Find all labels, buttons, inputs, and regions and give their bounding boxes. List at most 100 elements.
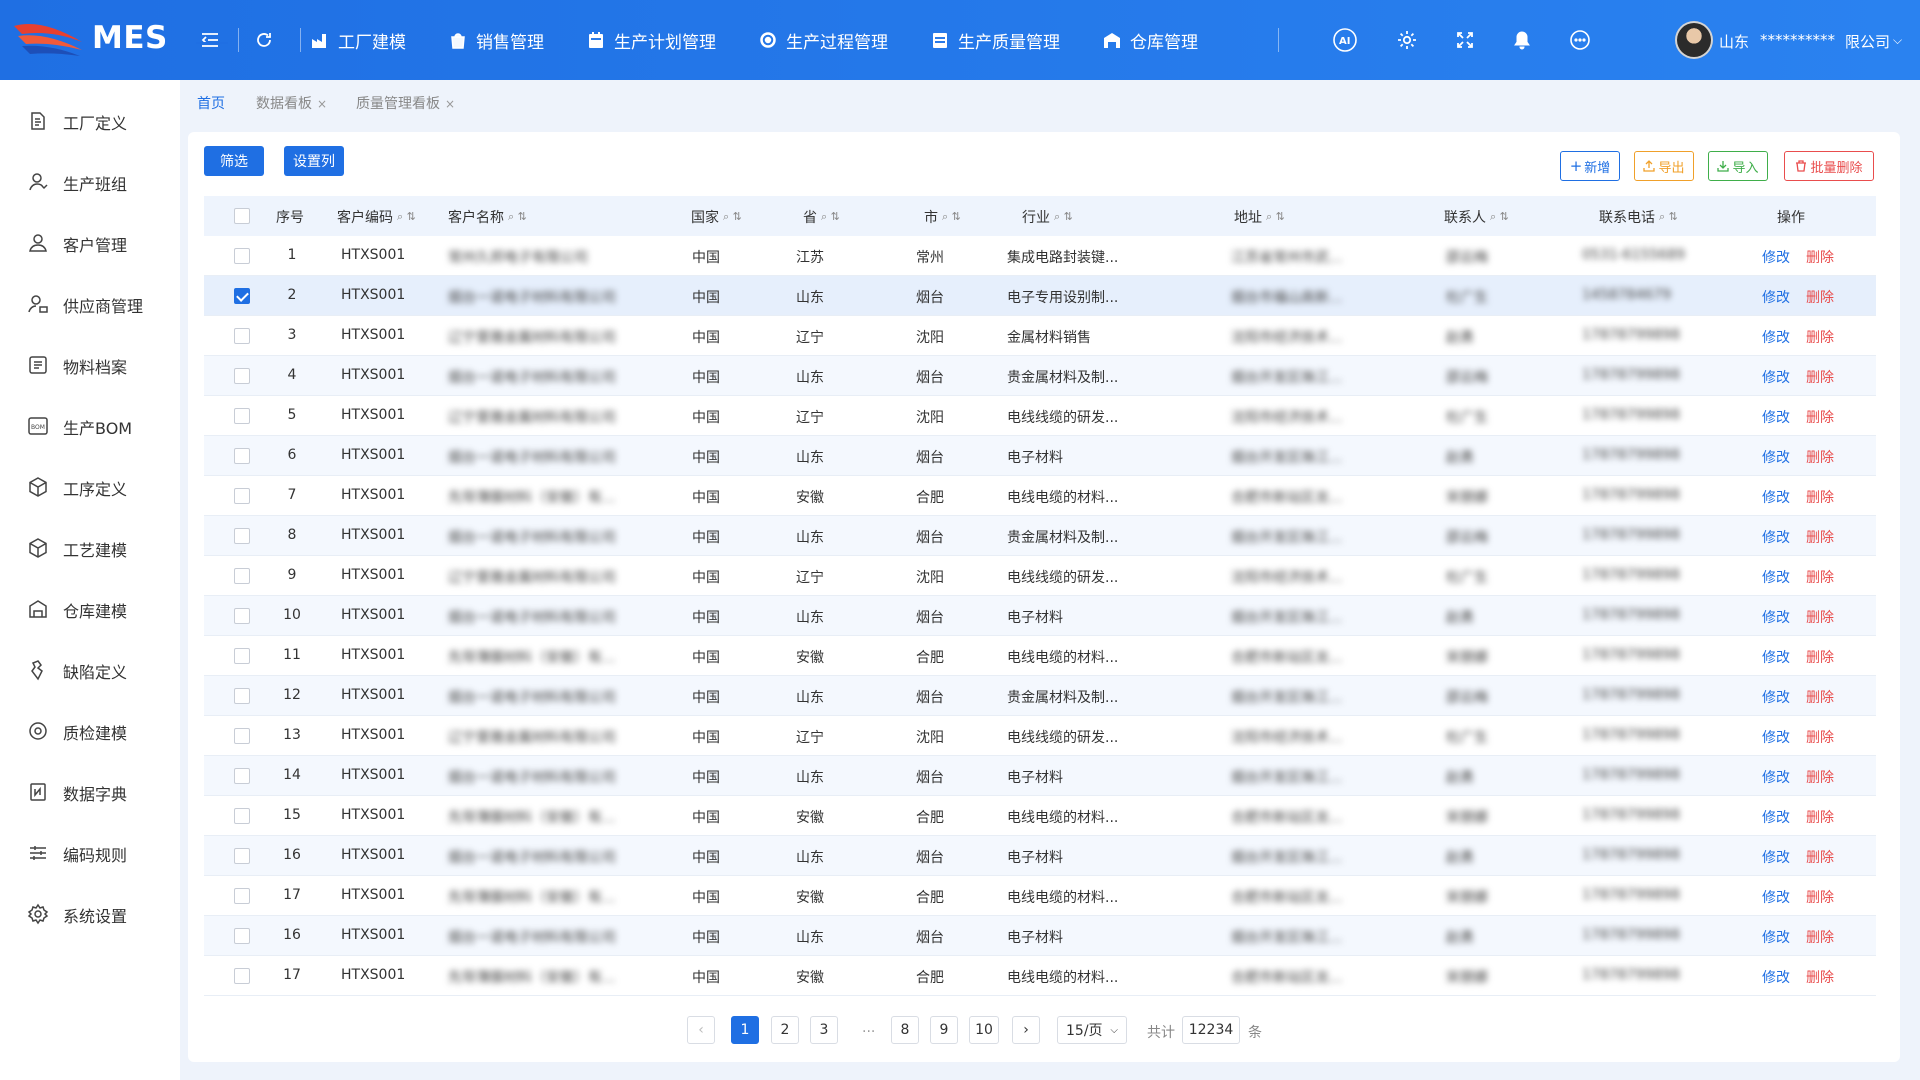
user-avatar[interactable]: [1675, 21, 1713, 59]
col-header-province[interactable]: 省 ⌕ ⇅: [803, 207, 840, 227]
table-row[interactable]: 13 HTXS001 辽宁里雅金属材料有限公司 中国 辽宁 沈阳 电线线缆的研发... 沈阳市…: [204, 716, 1876, 756]
sidebar-item-system-settings[interactable]: 系统设置: [0, 893, 180, 933]
col-header-country[interactable]: 国家 ⌕ ⇅: [691, 207, 742, 227]
delete-link[interactable]: 删除: [1806, 247, 1834, 267]
delete-link[interactable]: 删除: [1806, 527, 1834, 547]
row-checkbox[interactable]: [234, 808, 250, 824]
edit-link[interactable]: 修改: [1762, 647, 1790, 667]
delete-link[interactable]: 删除: [1806, 367, 1834, 387]
sidebar-item-craft-modeling[interactable]: 工艺建模: [0, 527, 180, 567]
sidebar-item-production-bom[interactable]: BOM 生产BOM: [0, 405, 180, 445]
page-button-10[interactable]: 10: [969, 1016, 999, 1044]
col-header-address[interactable]: 地址 ⌕ ⇅: [1234, 207, 1285, 227]
search-sort-icon[interactable]: ⌕ ⇅: [1490, 210, 1509, 224]
delete-link[interactable]: 删除: [1806, 887, 1834, 907]
tab-quality-dashboard[interactable]: 质量管理看板 ×: [356, 93, 455, 113]
sidebar-item-code-rules[interactable]: 编码规则: [0, 832, 180, 872]
table-row[interactable]: 2 HTXS001 烟台一诺电子材料有限公司 中国 山东 烟台 电子专用设别制... 烟台市福…: [204, 276, 1876, 316]
row-checkbox[interactable]: [234, 888, 250, 904]
row-checkbox[interactable]: [234, 928, 250, 944]
import-button[interactable]: 导入: [1708, 151, 1768, 181]
search-sort-icon[interactable]: ⌕ ⇅: [821, 210, 840, 224]
more-options-icon[interactable]: [1566, 26, 1594, 54]
table-row[interactable]: 16 HTXS001 烟台一诺电子材料有限公司 中国 山东 烟台 电子材料 烟台开发区珠江..…: [204, 836, 1876, 876]
row-checkbox[interactable]: [234, 608, 250, 624]
page-button-9[interactable]: 9: [930, 1016, 958, 1044]
select-all-checkbox[interactable]: [234, 208, 250, 224]
row-checkbox[interactable]: [234, 768, 250, 784]
sidebar-item-production-team[interactable]: 生产班组: [0, 161, 180, 201]
row-checkbox[interactable]: [234, 728, 250, 744]
delete-link[interactable]: 删除: [1806, 927, 1834, 947]
row-checkbox[interactable]: [234, 288, 250, 304]
col-header-industry[interactable]: 行业 ⌕ ⇅: [1022, 207, 1073, 227]
delete-link[interactable]: 删除: [1806, 487, 1834, 507]
row-checkbox[interactable]: [234, 648, 250, 664]
tab-data-dashboard[interactable]: 数据看板 ×: [256, 93, 327, 113]
edit-link[interactable]: 修改: [1762, 407, 1790, 427]
delete-link[interactable]: 删除: [1806, 607, 1834, 627]
menu-collapse-icon[interactable]: [196, 26, 224, 54]
sidebar-item-inspection-modeling[interactable]: 质检建模: [0, 710, 180, 750]
col-header-contact[interactable]: 联系人 ⌕ ⇅: [1444, 207, 1509, 227]
nav-production-quality[interactable]: 生产质量管理: [930, 28, 1060, 53]
delete-link[interactable]: 删除: [1806, 287, 1834, 307]
search-sort-icon[interactable]: ⌕ ⇅: [397, 210, 416, 224]
prev-page-button[interactable]: ‹: [687, 1016, 715, 1044]
edit-link[interactable]: 修改: [1762, 767, 1790, 787]
user-company[interactable]: 限公司: [1845, 31, 1890, 52]
fullscreen-icon[interactable]: [1451, 26, 1479, 54]
delete-link[interactable]: 删除: [1806, 447, 1834, 467]
page-button-3[interactable]: 3: [810, 1016, 838, 1044]
search-sort-icon[interactable]: ⌕ ⇅: [1659, 210, 1678, 224]
row-checkbox[interactable]: [234, 328, 250, 344]
delete-link[interactable]: 删除: [1806, 847, 1834, 867]
delete-link[interactable]: 删除: [1806, 767, 1834, 787]
edit-link[interactable]: 修改: [1762, 367, 1790, 387]
edit-link[interactable]: 修改: [1762, 327, 1790, 347]
nav-warehouse[interactable]: 仓库管理: [1102, 28, 1198, 53]
table-row[interactable]: 14 HTXS001 烟台一诺电子材料有限公司 中国 山东 烟台 电子材料 烟台开发区珠江..…: [204, 756, 1876, 796]
notification-bell-icon[interactable]: [1508, 26, 1536, 54]
row-checkbox[interactable]: [234, 448, 250, 464]
edit-link[interactable]: 修改: [1762, 607, 1790, 627]
edit-link[interactable]: 修改: [1762, 887, 1790, 907]
table-row[interactable]: 10 HTXS001 烟台一诺电子材料有限公司 中国 山东 烟台 电子材料 烟台开发区珠江..…: [204, 596, 1876, 636]
settings-gear-icon[interactable]: [1393, 26, 1421, 54]
sidebar-item-material-archive[interactable]: 物料档案: [0, 344, 180, 384]
chevron-down-icon[interactable]: ⌵: [1893, 33, 1902, 48]
table-row[interactable]: 17 HTXS001 先导薄膜材料（安徽）有... 中国 安徽 合肥 电线电缆的材料... 合…: [204, 876, 1876, 916]
table-row[interactable]: 16 HTXS001 烟台一诺电子材料有限公司 中国 山东 烟台 电子材料 烟台开发区珠江..…: [204, 916, 1876, 956]
search-sort-icon[interactable]: ⌕ ⇅: [508, 210, 527, 224]
sidebar-item-process-definition[interactable]: 工序定义: [0, 466, 180, 506]
tab-home[interactable]: 首页: [197, 93, 225, 113]
nav-sales[interactable]: 销售管理: [448, 28, 544, 53]
edit-link[interactable]: 修改: [1762, 687, 1790, 707]
sidebar-item-factory-definition[interactable]: 工厂定义: [0, 100, 180, 140]
table-row[interactable]: 12 HTXS001 烟台一诺电子材料有限公司 中国 山东 烟台 贵金属材料及制... 烟台开…: [204, 676, 1876, 716]
row-checkbox[interactable]: [234, 528, 250, 544]
row-checkbox[interactable]: [234, 368, 250, 384]
refresh-icon[interactable]: [250, 26, 278, 54]
table-row[interactable]: 5 HTXS001 辽宁里雅金属材料有限公司 中国 辽宁 沈阳 电线线缆的研发... 沈阳市经…: [204, 396, 1876, 436]
col-header-phone[interactable]: 联系电话 ⌕ ⇅: [1599, 207, 1678, 227]
edit-link[interactable]: 修改: [1762, 247, 1790, 267]
delete-link[interactable]: 删除: [1806, 567, 1834, 587]
search-sort-icon[interactable]: ⌕ ⇅: [1054, 210, 1073, 224]
delete-link[interactable]: 删除: [1806, 967, 1834, 987]
search-sort-icon[interactable]: ⌕ ⇅: [1266, 210, 1285, 224]
edit-link[interactable]: 修改: [1762, 567, 1790, 587]
sidebar-item-defect-definition[interactable]: 缺陷定义: [0, 649, 180, 689]
page-size-select[interactable]: 15/页 ⌵: [1057, 1016, 1127, 1044]
edit-link[interactable]: 修改: [1762, 487, 1790, 507]
delete-link[interactable]: 删除: [1806, 687, 1834, 707]
next-page-button[interactable]: ›: [1012, 1016, 1040, 1044]
col-header-city[interactable]: 市 ⌕ ⇅: [924, 207, 961, 227]
delete-link[interactable]: 删除: [1806, 327, 1834, 347]
delete-link[interactable]: 删除: [1806, 727, 1834, 747]
sidebar-item-customer-management[interactable]: 客户管理: [0, 222, 180, 262]
filter-button[interactable]: 筛选: [204, 146, 264, 176]
edit-link[interactable]: 修改: [1762, 527, 1790, 547]
row-checkbox[interactable]: [234, 848, 250, 864]
page-button-1[interactable]: 1: [731, 1016, 759, 1044]
